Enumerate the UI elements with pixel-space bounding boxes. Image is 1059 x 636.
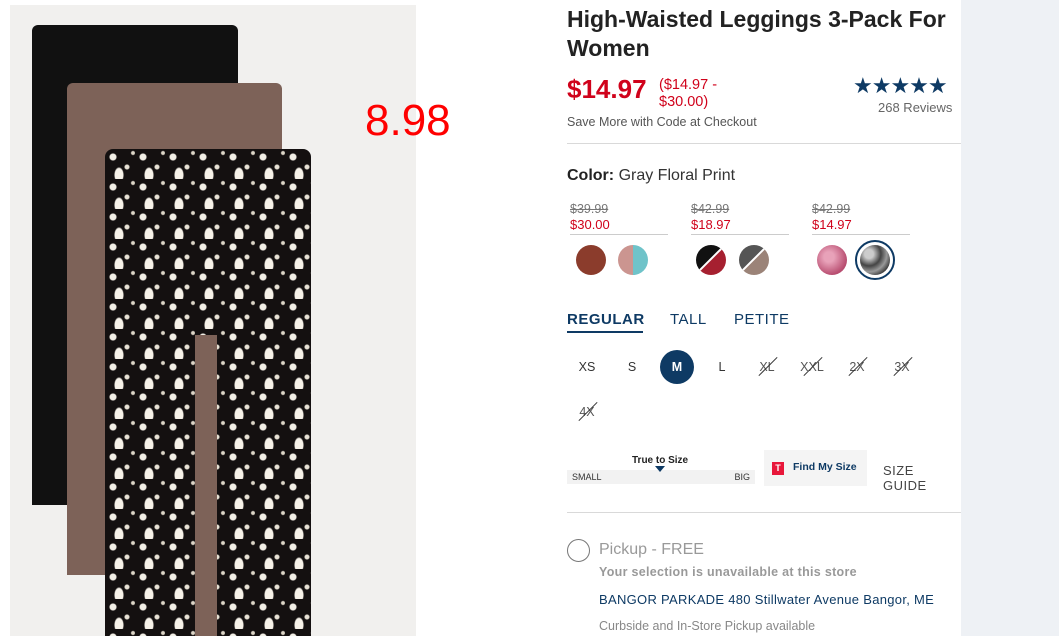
- taupe-swatch[interactable]: [739, 245, 769, 275]
- black-red-swatch[interactable]: [696, 245, 726, 275]
- pickup-status: Your selection is unavailable at this st…: [599, 565, 857, 579]
- old-price: $42.99: [812, 202, 851, 216]
- fit-big-label: BIG: [734, 472, 750, 482]
- group-sale-price: $18.97: [691, 217, 789, 235]
- size-l[interactable]: L: [705, 350, 739, 384]
- pickup-note: Curbside and In-Store Pickup available: [599, 619, 816, 633]
- pink-swatch[interactable]: [817, 245, 847, 275]
- old-price: $39.99: [570, 202, 609, 216]
- true-to-size-label: True to Size: [632, 455, 689, 466]
- color-value: Gray Floral Print: [618, 167, 736, 184]
- size-s[interactable]: S: [615, 350, 649, 384]
- page-background: [961, 0, 1059, 636]
- size-2x[interactable]: 2X: [840, 350, 874, 384]
- unavailable-slash: [697, 245, 725, 273]
- pickup-label: Pickup - FREE: [599, 541, 704, 558]
- color-selection: Color: Gray Floral Print: [567, 167, 735, 185]
- size-4x[interactable]: 4X: [570, 395, 604, 429]
- divider: [567, 143, 961, 144]
- find-size-logo-icon: T: [772, 462, 784, 475]
- size-3x[interactable]: 3X: [885, 350, 919, 384]
- rose-aqua-swatch[interactable]: [618, 245, 648, 275]
- sale-price: $14.97: [567, 74, 647, 104]
- reviews-link[interactable]: 268 Reviews: [878, 100, 952, 115]
- brown-swatch[interactable]: [576, 245, 606, 275]
- color-label: Color:: [567, 167, 615, 184]
- store-link[interactable]: BANGOR PARKADE 480 Stillwater Avenue Ban…: [599, 592, 934, 607]
- price-group: $42.99 $14.97: [812, 202, 910, 235]
- tab-tall[interactable]: TALL: [670, 311, 707, 328]
- divider: [567, 512, 961, 513]
- fit-small-label: SMALL: [572, 472, 602, 482]
- group-sale-price: $14.97: [812, 217, 910, 235]
- fit-marker-icon: [655, 466, 665, 472]
- price-range: ($14.97 - $30.00): [659, 77, 718, 110]
- tab-petite[interactable]: PETITE: [734, 311, 790, 328]
- save-note: Save More with Code at Checkout: [567, 115, 757, 129]
- unavailable-slash: [740, 245, 768, 273]
- tab-regular[interactable]: REGULAR: [567, 311, 645, 328]
- fit-scale: True to Size SMALL BIG: [567, 452, 755, 486]
- group-sale-price: $30.00: [570, 217, 668, 235]
- leg-gap: [195, 335, 217, 636]
- size-xs[interactable]: XS: [570, 350, 604, 384]
- product-title: High-Waisted Leggings 3-Pack For Women: [567, 6, 946, 61]
- price-group: $42.99 $18.97: [691, 202, 789, 235]
- product-image[interactable]: [10, 5, 416, 636]
- find-my-size-button[interactable]: T Find My Size: [764, 450, 867, 486]
- size-m[interactable]: M: [660, 350, 694, 384]
- active-tab-underline: [567, 331, 643, 333]
- overlay-price-annotation: 8.98: [365, 96, 451, 145]
- find-size-label: Find My Size: [793, 461, 857, 473]
- rating-stars-icon[interactable]: ★★★★★: [853, 73, 948, 99]
- product-details: High-Waisted Leggings 3-Pack For Women $…: [567, 0, 961, 636]
- pickup-radio[interactable]: [567, 539, 590, 562]
- size-guide-link[interactable]: SIZE GUIDE: [883, 463, 961, 493]
- price-group: $39.99 $30.00: [570, 202, 668, 235]
- old-price: $42.99: [691, 202, 730, 216]
- size-xxl[interactable]: XXL: [795, 350, 829, 384]
- size-xl[interactable]: XL: [750, 350, 784, 384]
- gray-floral-swatch[interactable]: [860, 245, 890, 275]
